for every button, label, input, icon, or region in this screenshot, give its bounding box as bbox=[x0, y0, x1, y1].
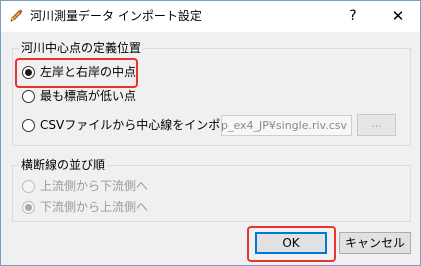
radio-button-checked[interactable] bbox=[22, 65, 35, 79]
radio-button[interactable] bbox=[22, 118, 35, 132]
radio-upstream-to-downstream-label: 上流側から下流側へ bbox=[40, 179, 149, 193]
radio-csv-import[interactable]: CSVファイルから中心線をインポート bbox=[22, 118, 244, 132]
radio-button[interactable] bbox=[22, 89, 35, 103]
csv-path-value: 0p_ex4_JP¥single.riv.csv bbox=[221, 119, 347, 132]
radio-midpoint[interactable]: 左岸と右岸の中点 bbox=[22, 65, 136, 79]
radio-lowest-point-label: 最も標高が低い点 bbox=[40, 89, 137, 103]
title-bar: 河川測量データ インポート設定 ? ✕ bbox=[1, 1, 420, 32]
cross-section-order-legend: 横断線の並び順 bbox=[19, 158, 108, 172]
close-button[interactable]: ✕ bbox=[376, 1, 420, 32]
radio-csv-import-label: CSVファイルから中心線をインポート bbox=[40, 118, 245, 132]
radio-downstream-to-upstream[interactable]: 下流側から上流側へ bbox=[22, 200, 148, 214]
radio-lowest-point[interactable]: 最も標高が低い点 bbox=[22, 89, 136, 103]
radio-downstream-to-upstream-label: 下流側から上流側へ bbox=[40, 200, 149, 214]
radio-upstream-to-downstream[interactable]: 上流側から下流側へ bbox=[22, 179, 148, 193]
csv-path-field[interactable]: 0p_ex4_JP¥single.riv.csv bbox=[221, 115, 352, 136]
import-settings-dialog: 河川測量データ インポート設定 ? ✕ 河川中心点の定義位置 左岸と右岸の中点 … bbox=[0, 0, 421, 266]
help-button[interactable]: ? bbox=[333, 1, 373, 32]
window-title: 河川測量データ インポート設定 bbox=[30, 9, 202, 23]
radio-midpoint-label: 左岸と右岸の中点 bbox=[40, 65, 137, 79]
pencil-icon bbox=[8, 8, 24, 24]
radio-button-disabled[interactable] bbox=[22, 179, 35, 193]
radio-button-disabled-checked[interactable] bbox=[22, 200, 35, 214]
browse-button[interactable]: ... bbox=[357, 114, 396, 136]
cancel-button[interactable]: キャンセル bbox=[339, 232, 411, 254]
center-definition-legend: 河川中心点の定義位置 bbox=[19, 41, 144, 55]
ok-button[interactable]: OK bbox=[255, 232, 327, 254]
